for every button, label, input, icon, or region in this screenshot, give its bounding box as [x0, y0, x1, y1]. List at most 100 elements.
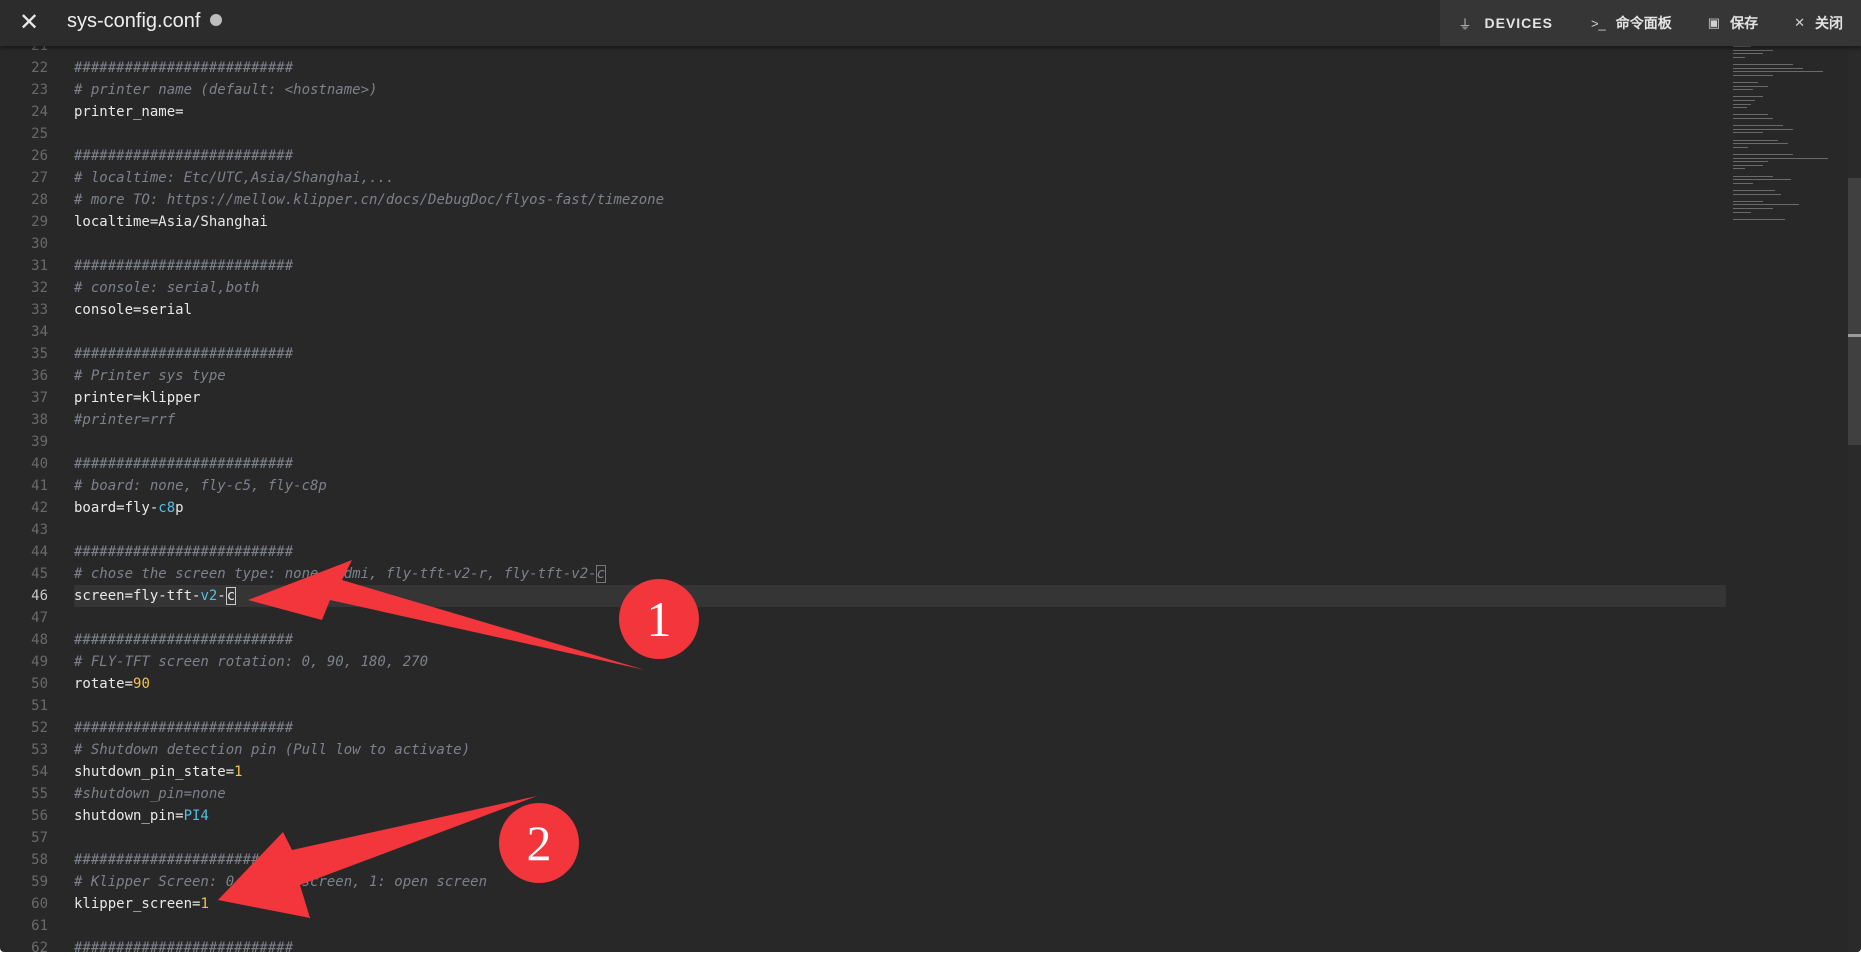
close-icon[interactable]: ✕ [14, 8, 44, 38]
minimap-line [1733, 71, 1823, 73]
code-line[interactable]: board=fly-c8p [74, 497, 184, 519]
minimap-line [1733, 128, 1793, 130]
code-line[interactable]: # more TO: https://mellow.klipper.cn/doc… [74, 189, 664, 211]
unsaved-indicator [210, 13, 223, 26]
code-token: klipper_screen= [74, 896, 201, 912]
code-token: 90 [133, 676, 150, 692]
code-line[interactable]: ########################## [74, 255, 293, 277]
minimap[interactable] [1727, 46, 1845, 246]
code-token: # more TO: [74, 192, 167, 208]
minimap-line [1733, 82, 1758, 83]
devices-button[interactable]: ⏚ DEVICES [1440, 0, 1572, 46]
code-token: ########################## [74, 148, 294, 164]
line-number: 61 [31, 918, 48, 934]
line-number: 59 [31, 874, 48, 890]
close-button[interactable]: ✕ 关闭 [1776, 0, 1861, 46]
minimap-line [1733, 49, 1773, 51]
code-line[interactable]: printer=klipper [74, 387, 200, 409]
minimap-line [1733, 164, 1763, 166]
minimap-line [1733, 64, 1793, 65]
code-token: ########################## [74, 258, 294, 274]
minimap-line [1733, 179, 1791, 181]
code-line[interactable]: # chose the screen type: none, hdmi, fly… [74, 563, 607, 585]
code-editor[interactable]: ########################## # printer name… [74, 35, 1724, 952]
minimap-line [1733, 96, 1763, 98]
code-token: ########################## [74, 720, 294, 736]
line-number: 39 [31, 434, 48, 450]
code-line[interactable]: # console: serial,both [74, 277, 259, 299]
line-number: 42 [31, 500, 48, 516]
code-line[interactable]: ########################## [74, 629, 293, 651]
scrollbar-cursor-marker [1848, 334, 1861, 337]
code-line[interactable]: klipper_screen=1 [74, 893, 209, 915]
line-number: 25 [31, 126, 48, 142]
minimap-line [1733, 67, 1803, 69]
code-line[interactable]: # FLY-TFT screen rotation: 0, 90, 180, 2… [74, 651, 428, 673]
code-line[interactable]: printer_name= [74, 101, 184, 123]
code-token: ########################## [74, 852, 294, 868]
minimap-line [1733, 168, 1745, 170]
code-line[interactable]: screen=fly-tft-v2-c [74, 585, 237, 607]
code-line[interactable]: # printer name (default: <hostname>) [74, 79, 377, 101]
code-token: # Printer sys type [74, 368, 226, 384]
code-token: shutdown_pin= [74, 808, 184, 824]
line-number: 35 [31, 346, 48, 362]
save-button[interactable]: ▣ 保存 [1690, 0, 1776, 46]
minimap-line [1733, 157, 1828, 159]
code-line[interactable]: console=serial [74, 299, 192, 321]
line-number: 46 [31, 588, 48, 604]
line-number: 24 [31, 104, 48, 120]
code-line[interactable]: ########################## [74, 57, 293, 79]
save-label: 保存 [1730, 15, 1759, 31]
code-token: # chose the screen type: none, hdmi, fly… [74, 566, 597, 582]
code-line[interactable]: ########################## [74, 145, 293, 167]
terminal-icon: >_ [1590, 15, 1606, 31]
code-token: ########################## [74, 456, 294, 472]
annotation-badge-1: 1 [619, 579, 699, 659]
devices-label: DEVICES [1484, 15, 1553, 31]
code-token: printer=klipper [74, 390, 201, 406]
code-line[interactable]: ########################## [74, 343, 293, 365]
minimap-line [1733, 56, 1745, 58]
usb-icon: ⏚ [1458, 16, 1473, 32]
line-number: 49 [31, 654, 48, 670]
code-line[interactable]: ########################## [74, 937, 293, 952]
line-number: 34 [31, 324, 48, 340]
code-line[interactable]: # localtime: Etc/UTC,Asia/Shanghai,... [74, 167, 394, 189]
minimap-line [1733, 208, 1773, 209]
code-line[interactable]: localtime=Asia/Shanghai [74, 211, 268, 233]
code-line[interactable]: #shutdown_pin=none [74, 783, 226, 805]
annotation-badge-2: 2 [499, 803, 579, 883]
code-token: # FLY-TFT screen rotation: 0, 90, 180, 2… [74, 654, 429, 670]
code-token: printer_name= [74, 104, 184, 120]
line-number: 56 [31, 808, 48, 824]
code-line[interactable]: # board: none, fly-c5, fly-c8p [74, 475, 327, 497]
command-palette-button[interactable]: >_ 命令面板 [1573, 0, 1690, 46]
minimap-line [1733, 218, 1785, 220]
code-line[interactable]: ########################## [74, 849, 293, 871]
code-token: c [595, 565, 607, 583]
code-line[interactable]: ########################## [74, 717, 293, 739]
code-line[interactable]: # Shutdown detection pin (Pull low to ac… [74, 739, 470, 761]
code-line[interactable]: # Klipper Screen: 0: close screen, 1: op… [74, 871, 487, 893]
code-line[interactable]: shutdown_pin=PI4 [74, 805, 209, 827]
code-token: # board: none, fly-c5, fly-c8p [74, 478, 327, 494]
line-number: 50 [31, 676, 48, 692]
vertical-scrollbar-thumb[interactable] [1848, 178, 1861, 445]
code-line[interactable]: rotate=90 [74, 673, 150, 695]
line-number: 62 [31, 940, 48, 952]
code-token: screen=fly-tft- [74, 588, 201, 604]
line-number: 45 [31, 566, 48, 582]
code-line[interactable]: ########################## [74, 453, 293, 475]
minimap-line [1733, 161, 1768, 163]
minimap-line [1733, 74, 1773, 76]
code-line[interactable]: #printer=rrf [74, 409, 175, 431]
code-line[interactable]: shutdown_pin_state=1 [74, 761, 243, 783]
code-token: PI4 [183, 808, 209, 824]
code-token: 1 [200, 896, 209, 912]
code-line[interactable]: ########################## [74, 541, 293, 563]
minimap-line [1733, 53, 1763, 55]
line-number-gutter: 21 22 23 24 25 26 27 28 29 30 31 32 33 34 35 36 37 38 39 40… [0, 35, 52, 952]
line-number: 36 [31, 368, 48, 384]
code-line[interactable]: # Printer sys type [74, 365, 226, 387]
